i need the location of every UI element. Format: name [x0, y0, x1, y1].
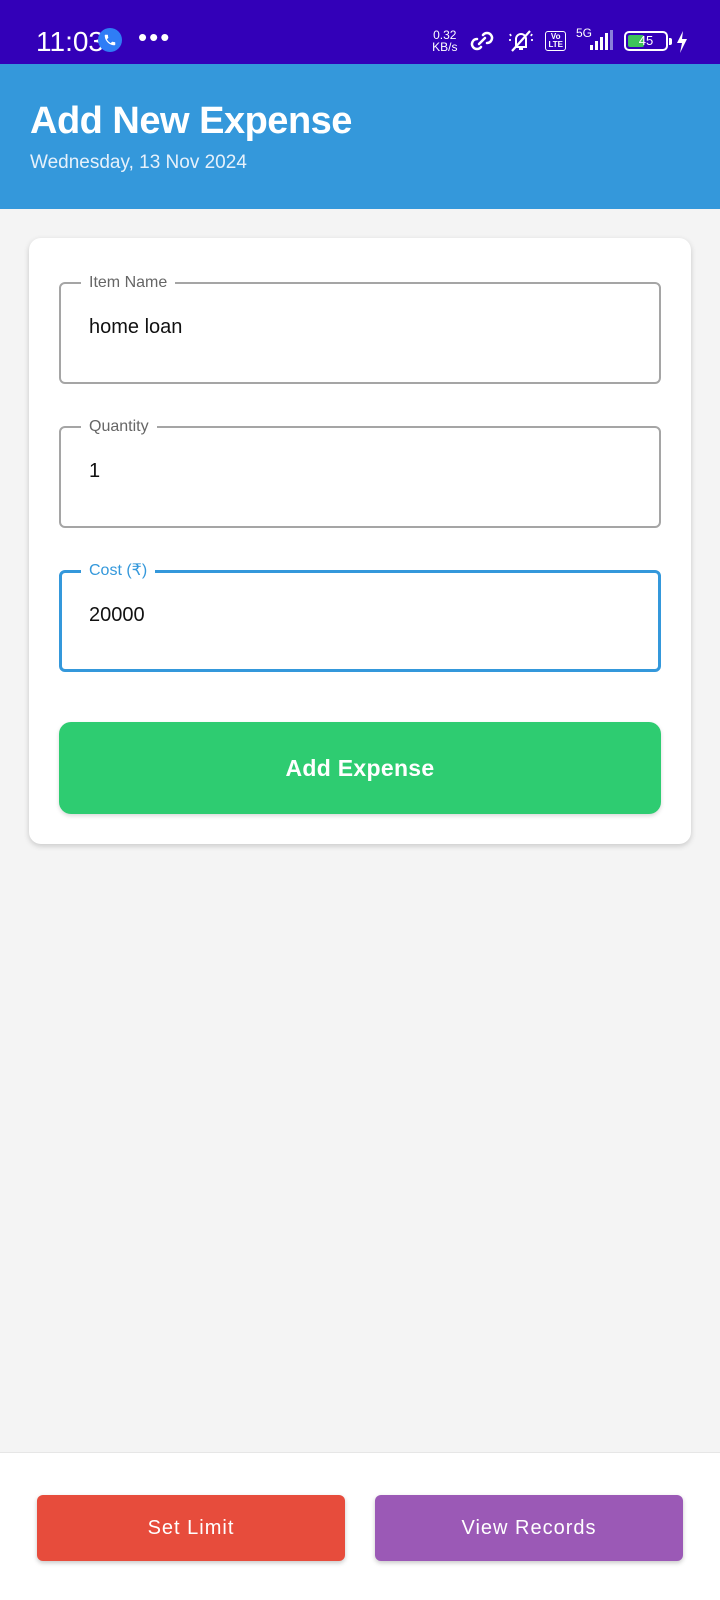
- expense-form-card: Item Name home loan Quantity 1 Cost (₹) …: [29, 238, 691, 844]
- quantity-input[interactable]: 1: [89, 460, 100, 483]
- battery-text: 45: [638, 33, 654, 48]
- quantity-field[interactable]: Quantity 1: [59, 416, 661, 528]
- phone-icon: [98, 28, 122, 52]
- link-icon: [471, 31, 494, 51]
- item-name-label: Item Name: [81, 272, 176, 294]
- speed-unit: KB/s: [432, 40, 458, 54]
- cost-input[interactable]: 20000: [89, 604, 145, 627]
- add-expense-button[interactable]: Add Expense: [59, 722, 661, 814]
- battery-icon: 45: [624, 31, 687, 53]
- status-icons: 0.32 KB/s Vo LTE 5G 45: [432, 26, 687, 54]
- item-name-input[interactable]: home loan: [89, 316, 182, 339]
- item-name-field[interactable]: Item Name home loan: [59, 272, 661, 384]
- set-limit-button[interactable]: Set Limit: [37, 1495, 345, 1561]
- volte-badge: Vo LTE: [545, 31, 566, 51]
- quantity-label: Quantity: [81, 416, 157, 438]
- more-notifications-icon: •••: [138, 22, 172, 52]
- cost-label: Cost (₹): [81, 560, 156, 582]
- status-time: 11:03: [36, 26, 104, 57]
- app-header: Add New Expense Wednesday, 13 Nov 2024: [0, 64, 720, 209]
- view-records-button[interactable]: View Records: [375, 1495, 683, 1561]
- signal-icon: 5G: [576, 26, 614, 54]
- cost-field[interactable]: Cost (₹) 20000: [59, 560, 661, 672]
- charging-icon: [677, 31, 687, 53]
- page-title: Add New Expense: [30, 100, 352, 142]
- volte-bottom: LTE: [548, 40, 563, 49]
- page-date: Wednesday, 13 Nov 2024: [30, 152, 247, 173]
- status-bar: 11:03 ••• 0.32 KB/s Vo LTE 5G 45: [0, 0, 720, 64]
- network-speed: 0.32 KB/s: [432, 29, 457, 53]
- mute-icon: [509, 30, 534, 52]
- bottom-action-bar: Set Limit View Records: [0, 1452, 720, 1600]
